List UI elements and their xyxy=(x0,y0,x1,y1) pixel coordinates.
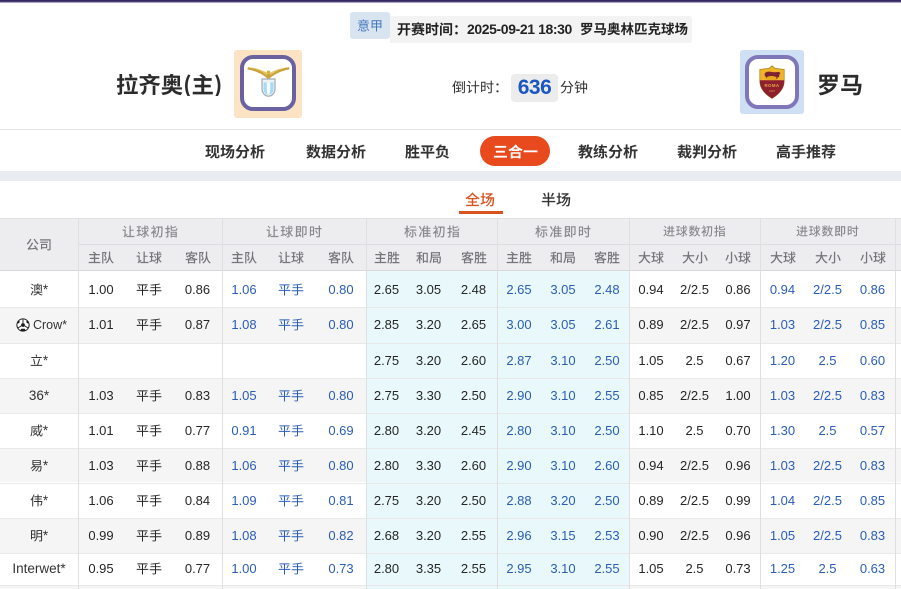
svg-text:1927: 1927 xyxy=(769,89,775,93)
svg-text:ROMA: ROMA xyxy=(764,83,779,88)
